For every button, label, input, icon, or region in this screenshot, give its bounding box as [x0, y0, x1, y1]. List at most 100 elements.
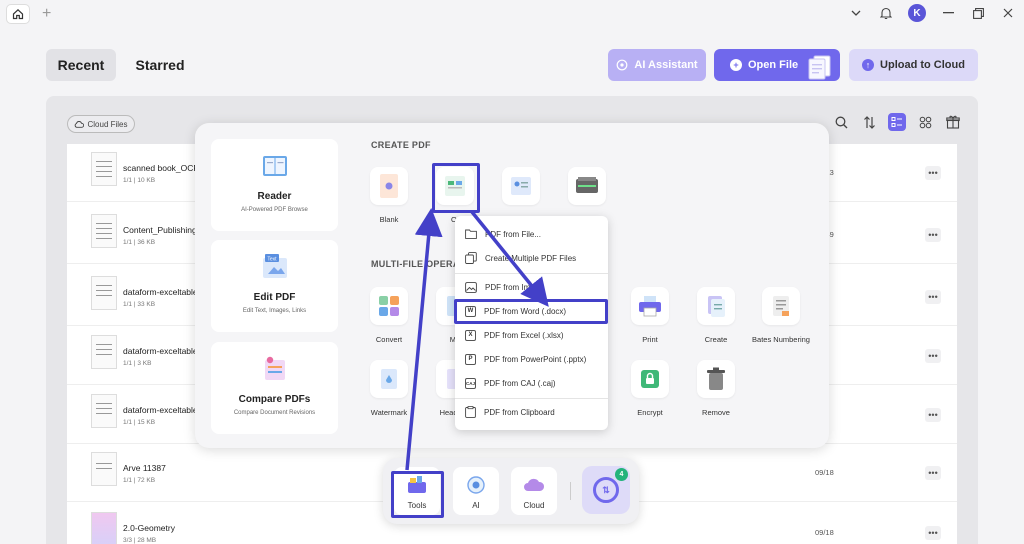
cloud-files-label: Cloud Files	[87, 119, 128, 129]
list-toolbar	[832, 113, 962, 131]
reader-mode-card[interactable]: Reader AI-Powered PDF Browse	[211, 139, 338, 231]
caj-icon: CAJ	[465, 377, 476, 389]
file-name: Content_Publishing_	[123, 225, 202, 235]
compare-icon	[265, 356, 285, 380]
file-name: scanned book_OCR	[123, 163, 200, 173]
folder-icon	[465, 229, 477, 239]
watermark-icon	[370, 360, 408, 398]
ai-orb-icon	[467, 476, 485, 494]
more-options-icon[interactable]: •••	[925, 526, 941, 540]
word-icon: W	[465, 305, 476, 317]
dock-label: AI	[472, 501, 480, 510]
more-options-icon[interactable]: •••	[925, 349, 941, 363]
more-options-icon[interactable]: •••	[925, 228, 941, 242]
more-options-icon[interactable]: •••	[925, 290, 941, 304]
menu-item-label: PDF from Clipboard	[484, 407, 555, 417]
create-pdf-heading: CREATE PDF	[371, 140, 431, 150]
scanner-icon	[568, 167, 606, 205]
home-tab[interactable]	[6, 4, 30, 24]
menu-item-pdf-from-powerpoint[interactable]: P PDF from PowerPoint (.pptx)	[455, 349, 608, 369]
menu-item-label: PDF from PowerPoint (.pptx)	[484, 354, 587, 364]
minimize-icon[interactable]	[940, 5, 956, 21]
menu-item-label: PDF from Word (.docx)	[484, 306, 567, 316]
list-view-icon[interactable]	[888, 113, 906, 131]
clipboard-icon	[465, 406, 476, 418]
bates-numbering-icon	[762, 287, 800, 325]
file-meta: 1/1 | 3 KB	[123, 360, 152, 367]
convert-icon	[370, 287, 408, 325]
gift-icon[interactable]	[944, 113, 962, 131]
chevron-down-icon[interactable]	[848, 5, 864, 21]
title-bar: + K	[0, 0, 1024, 28]
id-card-icon	[502, 167, 540, 205]
dock-sync-button[interactable]: ⇅ 4	[582, 466, 630, 514]
trash-icon	[697, 360, 735, 398]
file-thumbnail	[91, 152, 117, 186]
printer-icon	[631, 287, 669, 325]
create-pdf-dropdown: PDF from File... Create Multiple PDF Fil…	[455, 216, 608, 430]
menu-item-pdf-from-file[interactable]: PDF from File...	[455, 224, 608, 244]
copy-files-icon	[465, 252, 477, 264]
powerpoint-icon: P	[465, 353, 476, 365]
file-name: Arve 11387	[123, 463, 166, 473]
home-icon	[12, 8, 24, 20]
more-options-icon[interactable]: •••	[925, 166, 941, 180]
menu-item-pdf-from-caj[interactable]: CAJ PDF from CAJ (.caj)	[455, 373, 608, 393]
file-meta: 1/1 | 33 KB	[123, 301, 156, 308]
restore-icon[interactable]	[970, 5, 986, 21]
dock-tools-button[interactable]: Tools	[394, 467, 440, 515]
mode-subtitle: Edit Text, Images, Links	[242, 308, 307, 314]
menu-item-pdf-from-excel[interactable]: X PDF from Excel (.xlsx)	[455, 325, 608, 345]
tab-recent[interactable]: Recent	[46, 49, 116, 81]
file-date: 09/18	[815, 528, 834, 537]
edit-pdf-mode-card[interactable]: Text Edit PDF Edit Text, Images, Links	[211, 240, 338, 332]
new-tab-button[interactable]: +	[42, 5, 51, 23]
file-thumbnail	[91, 512, 117, 544]
avatar[interactable]: K	[908, 4, 926, 22]
tool-label: Bates Numbering	[752, 335, 810, 344]
search-icon[interactable]	[832, 113, 850, 131]
menu-item-pdf-from-clipboard[interactable]: PDF from Clipboard	[455, 402, 608, 422]
file-date: 09/18	[815, 468, 834, 477]
mode-title: Reader	[257, 191, 292, 202]
file-thumbnail	[91, 394, 117, 428]
edit-text-icon: Text	[263, 254, 287, 278]
file-meta: 1/1 | 10 KB	[123, 177, 156, 184]
sort-icon[interactable]	[860, 113, 878, 131]
dock-ai-button[interactable]: AI	[453, 467, 499, 515]
file-thumbnail	[91, 276, 117, 310]
close-icon[interactable]	[1000, 5, 1016, 21]
bell-icon[interactable]	[878, 5, 894, 21]
dock-cloud-button[interactable]: Cloud	[511, 467, 557, 515]
menu-item-create-multiple[interactable]: Create Multiple PDF Files	[455, 248, 608, 268]
other-formats-icon	[436, 167, 474, 205]
grid-view-icon[interactable]	[916, 113, 934, 131]
upload-to-cloud-button[interactable]: ↑ Upload to Cloud	[849, 49, 978, 81]
excel-icon: X	[465, 329, 476, 341]
create-document-icon	[697, 287, 735, 325]
tab-starred[interactable]: Starred	[130, 49, 190, 81]
file-name: 2.0-Geometry	[123, 523, 175, 533]
menu-item-pdf-from-image[interactable]: PDF from Image	[455, 277, 608, 297]
ai-assistant-button[interactable]: AI Assistant	[608, 49, 706, 81]
book-icon	[263, 156, 287, 176]
blank-page-icon	[370, 167, 408, 205]
more-options-icon[interactable]: •••	[925, 408, 941, 422]
svg-text:Text: Text	[267, 257, 277, 263]
file-meta: 1/1 | 72 KB	[123, 477, 156, 484]
documents-stack-icon	[808, 55, 831, 80]
ai-icon	[617, 59, 628, 71]
more-options-icon[interactable]: •••	[925, 466, 941, 480]
dock-label: Cloud	[523, 501, 545, 510]
file-meta: 3/3 | 28 MB	[123, 537, 157, 544]
menu-item-pdf-from-word[interactable]: W PDF from Word (.docx)	[455, 301, 608, 321]
compare-pdfs-mode-card[interactable]: Compare PDFs Compare Document Revisions	[211, 342, 338, 434]
plus-icon: +	[730, 59, 742, 71]
upload-arrow-icon: ↑	[862, 59, 875, 71]
mode-subtitle: Compare Document Revisions	[233, 410, 316, 416]
file-thumbnail	[91, 214, 117, 248]
menu-item-label: PDF from Image	[485, 282, 544, 292]
menu-divider	[455, 273, 608, 274]
upload-label: Upload to Cloud	[880, 59, 965, 71]
cloud-files-chip[interactable]: Cloud Files	[67, 115, 135, 133]
